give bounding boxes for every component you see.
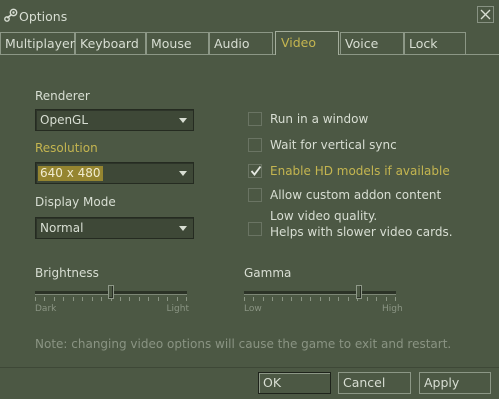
addon-content-label: Allow custom addon content (270, 188, 442, 202)
slider-tick (177, 297, 178, 301)
window-title: Options (19, 9, 68, 24)
tab-keyboard[interactable]: Keyboard (75, 32, 146, 54)
hd-models-label: Enable HD models if available (270, 164, 450, 178)
slider-tick (148, 297, 149, 301)
display-mode-dropdown[interactable]: Normal (35, 217, 194, 239)
close-icon (480, 9, 491, 20)
tab-multiplayer[interactable]: Multiplayer (0, 32, 75, 54)
gamma-slider[interactable]: Low High (244, 283, 404, 314)
restart-note: Note: changing video options will cause … (35, 337, 452, 351)
slider-tick (44, 297, 45, 301)
low-quality-label-line1: Low video quality. (270, 209, 378, 223)
tab-bar: Multiplayer Keyboard Mouse Audio Video V… (0, 31, 499, 55)
video-panel: Renderer OpenGL Resolution 640 x 480 Dis… (0, 55, 499, 365)
slider-tick (92, 297, 93, 301)
slider-tick (54, 297, 55, 301)
renderer-value: OpenGL (40, 113, 89, 127)
cancel-button[interactable]: Cancel (338, 372, 411, 394)
low-quality-label-line2: Helps with slower video cards. (270, 225, 453, 239)
resolution-label: Resolution (35, 141, 98, 155)
ok-button[interactable]: OK (258, 372, 331, 394)
brightness-min-label: Dark (35, 304, 57, 314)
slider-tick (320, 297, 321, 301)
chevron-down-icon (179, 171, 187, 176)
tab-audio[interactable]: Audio (209, 32, 273, 54)
slider-tick (282, 297, 283, 301)
tab-voice[interactable]: Voice (340, 32, 404, 54)
display-mode-label: Display Mode (35, 195, 116, 209)
tab-mouse[interactable]: Mouse (146, 32, 209, 54)
slider-tick (338, 297, 339, 301)
slider-tick (186, 297, 187, 301)
slider-tick (329, 297, 330, 301)
slider-tick (167, 297, 168, 301)
steam-icon (4, 8, 18, 22)
slider-tick (367, 297, 368, 301)
gamma-track (244, 291, 396, 295)
slider-tick (310, 297, 311, 301)
slider-tick (395, 297, 396, 301)
checkmark-icon (250, 165, 262, 176)
brightness-label: Brightness (35, 266, 99, 280)
vsync-label: Wait for vertical sync (270, 138, 397, 152)
slider-tick (376, 297, 377, 301)
slider-tick (244, 297, 245, 301)
vsync-checkbox[interactable] (248, 138, 262, 152)
low-quality-checkbox[interactable] (248, 222, 262, 236)
addon-content-checkbox[interactable] (248, 188, 262, 202)
button-bar: OK Cancel Apply (0, 368, 499, 399)
slider-tick (63, 297, 64, 301)
slider-tick (158, 297, 159, 301)
brightness-slider[interactable]: Dark Light (35, 283, 189, 314)
brightness-max-label: Light (166, 304, 189, 314)
title-bar[interactable]: Options (0, 0, 499, 32)
slider-tick (272, 297, 273, 301)
slider-tick (129, 297, 130, 301)
gamma-label: Gamma (244, 266, 292, 280)
chevron-down-icon (179, 226, 187, 231)
slider-tick (348, 297, 349, 301)
slider-tick (139, 297, 140, 301)
renderer-label: Renderer (35, 89, 90, 103)
hd-models-checkbox[interactable] (248, 164, 262, 178)
slider-tick (263, 297, 264, 301)
brightness-thumb[interactable] (108, 285, 114, 299)
tab-lock[interactable]: Lock (404, 32, 466, 54)
options-window: Options Multiplayer Keyboard Mouse Audio… (0, 0, 499, 399)
slider-tick (101, 297, 102, 301)
slider-tick (73, 297, 74, 301)
slider-tick (301, 297, 302, 301)
slider-tick (291, 297, 292, 301)
tab-video[interactable]: Video (275, 31, 339, 55)
chevron-down-icon (179, 118, 187, 123)
renderer-dropdown[interactable]: OpenGL (35, 109, 194, 131)
slider-tick (82, 297, 83, 301)
resolution-dropdown[interactable]: 640 x 480 (35, 162, 194, 184)
run-in-window-checkbox[interactable] (248, 112, 262, 126)
gamma-thumb[interactable] (356, 285, 362, 299)
resolution-value: 640 x 480 (38, 166, 103, 181)
close-button[interactable] (477, 6, 494, 23)
display-mode-value: Normal (40, 221, 84, 235)
slider-tick (253, 297, 254, 301)
run-in-window-label: Run in a window (270, 112, 369, 126)
slider-tick (120, 297, 121, 301)
apply-button[interactable]: Apply (419, 372, 491, 394)
slider-tick (35, 297, 36, 301)
gamma-min-label: Low (244, 304, 262, 314)
gamma-max-label: High (382, 304, 403, 314)
slider-tick (386, 297, 387, 301)
